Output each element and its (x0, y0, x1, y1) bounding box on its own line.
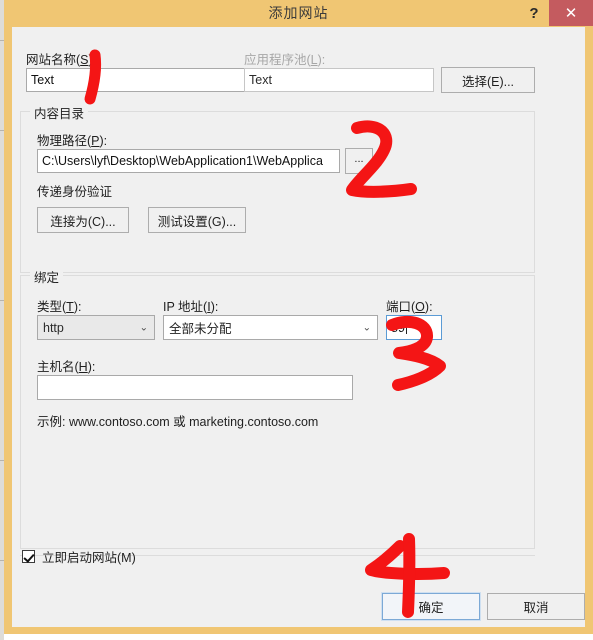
cancel-button[interactable]: 取消 (487, 593, 585, 620)
host-name-example: 示例: www.contoso.com 或 marketing.contoso.… (37, 415, 319, 429)
select-app-pool-button[interactable]: 选择(E)... (441, 67, 535, 93)
binding-type-value: http (43, 320, 64, 335)
help-icon[interactable]: ? (521, 0, 547, 26)
dialog-client-area: 网站名称(S): Text 应用程序池(L): Text 选择(E)... 内容… (12, 27, 585, 627)
host-name-input[interactable] (37, 375, 353, 400)
app-pool-accel: L (310, 53, 318, 67)
close-icon[interactable]: ✕ (549, 0, 593, 26)
ip-address-value: 全部未分配 (169, 322, 232, 336)
app-pool-label: 应用程序池(L): (244, 53, 326, 67)
physical-path-input[interactable]: C:\Users\lyf\Desktop\WebApplication1\Web… (37, 149, 340, 173)
ok-button[interactable]: 确定 (381, 592, 481, 621)
ip-address-select[interactable]: 全部未分配 ⌄ (163, 315, 378, 340)
start-website-label: 立即启动网站(M) (42, 551, 136, 565)
physical-path-label: 物理路径(P): (37, 134, 108, 148)
dialog-window: 添加网站 ? ✕ 网站名称(S): Text 应用程序池(L): Text 选择… (0, 0, 593, 640)
site-name-label: 网站名称(S): (26, 53, 97, 67)
passthrough-auth-label: 传递身份验证 (37, 185, 113, 199)
site-name-input[interactable]: Text (26, 68, 247, 92)
chevron-down-icon: ⌄ (139, 322, 148, 333)
binding-type-accel: T (66, 300, 74, 314)
connect-as-button[interactable]: 连接为(C)... (37, 207, 129, 233)
port-accel: O (415, 300, 425, 314)
content-directory-group-title: 内容目录 (30, 103, 89, 122)
ip-address-label: IP 地址(I): (163, 300, 219, 314)
binding-type-label: 类型(T): (37, 300, 82, 314)
physical-path-accel: P (91, 134, 100, 148)
title-bar: 添加网站 (4, 0, 593, 27)
port-label: 端口(O): (386, 300, 433, 314)
binding-type-select[interactable]: http ⌄ (37, 315, 155, 340)
site-name-accel: S (80, 53, 89, 67)
chevron-down-icon: ⌄ (362, 322, 371, 333)
binding-group-title: 绑定 (30, 267, 64, 286)
checkbox-checked-icon (22, 550, 35, 563)
app-pool-input[interactable]: Text (244, 68, 434, 92)
start-website-checkbox[interactable]: 立即启动网站(M) (22, 547, 136, 566)
window-title: 添加网站 (268, 5, 329, 21)
browse-path-button[interactable]: ... (345, 148, 373, 174)
host-name-accel: H (78, 360, 88, 374)
test-settings-button[interactable]: 测试设置(G)... (148, 207, 246, 233)
host-name-label: 主机名(H): (37, 360, 96, 374)
port-input[interactable]: 89 (386, 315, 442, 340)
